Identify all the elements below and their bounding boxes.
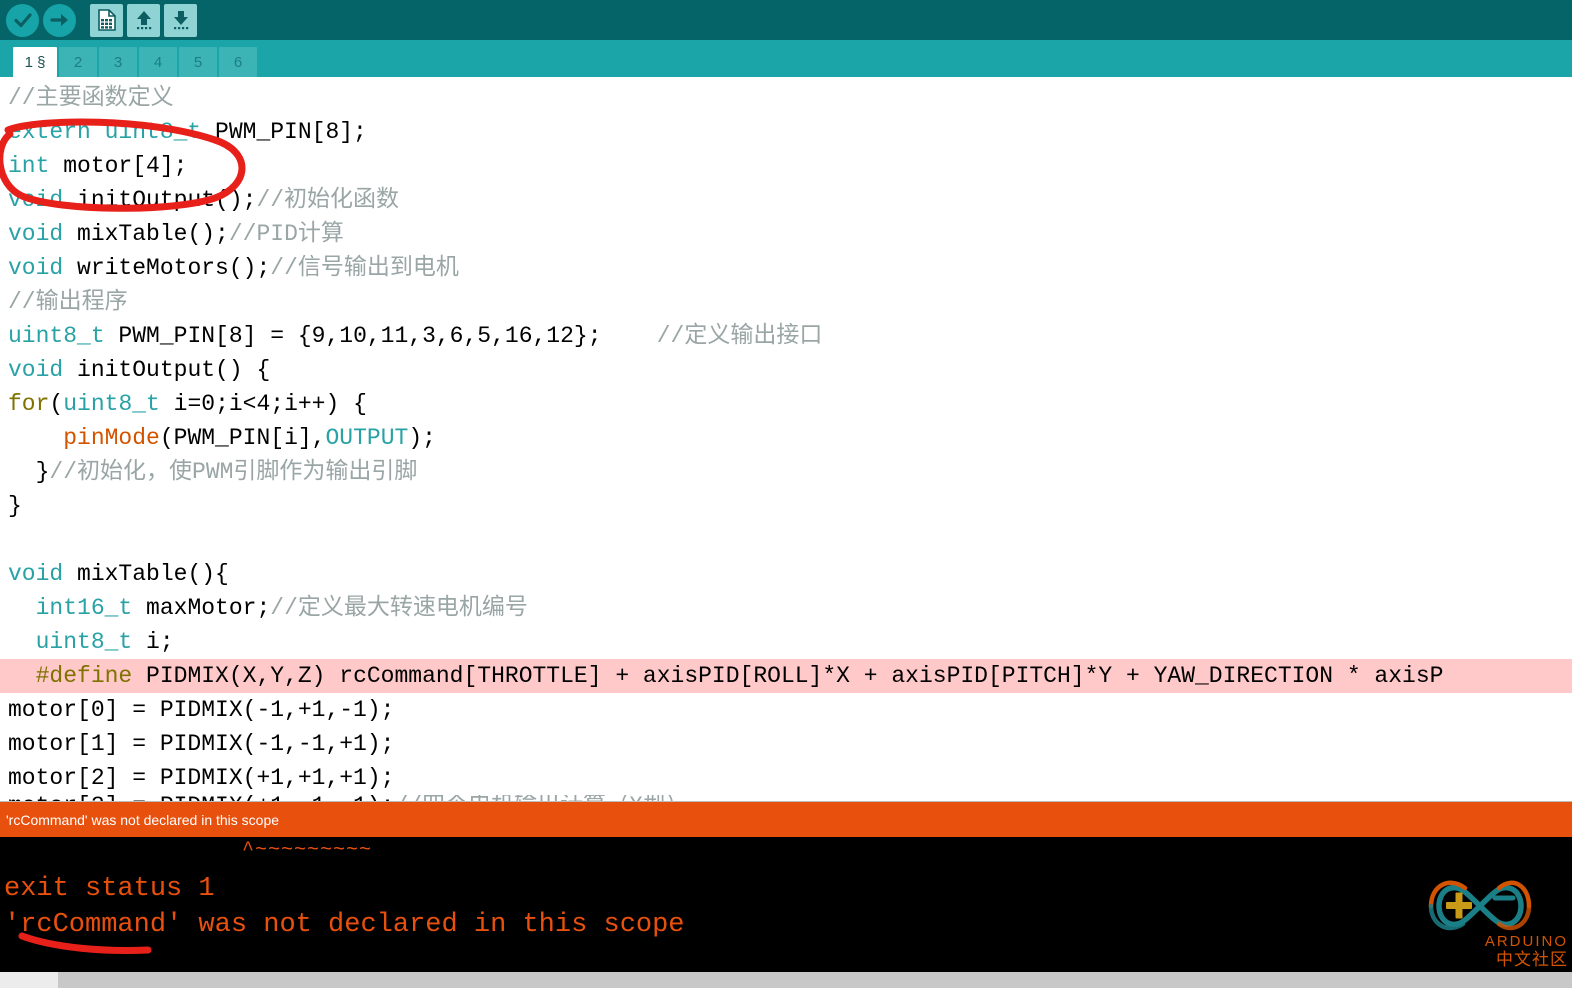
code-line[interactable]: motor[0] = PIDMIX(-1,+1,-1); (0, 693, 1572, 727)
code-token: //定义输出接口 (656, 323, 823, 349)
new-file-icon (97, 9, 117, 31)
code-token: maxMotor; (132, 595, 271, 621)
code-token: //初始化，使PWM引脚作为输出引脚 (49, 459, 418, 485)
code-token: i; (132, 629, 174, 655)
code-token: initOutput(); (63, 187, 257, 213)
arduino-ide-window: 1 § 2 3 4 5 6 //主要函数定义 extern uint8_t PWM_PIN[… (0, 0, 1572, 988)
code-line[interactable]: int motor[4]; (0, 149, 1572, 183)
code-token: motor[1] = PIDMIX(-1,-1,+1); (8, 731, 395, 757)
console-caret-marks: ^~~~~~~~~~ (242, 839, 373, 862)
code-line[interactable]: pinMode(PWM_PIN[i],OUTPUT); (0, 421, 1572, 455)
sketch-tab-6[interactable]: 6 (219, 47, 257, 77)
arrow-down-icon (171, 9, 191, 31)
code-token: pinMode (63, 425, 160, 451)
code-token: } (8, 493, 22, 519)
code-token: writeMotors(); (63, 255, 271, 281)
tab-bar: 1 § 2 3 4 5 6 (0, 40, 1572, 77)
toolbar (0, 0, 1572, 40)
error-ribbon-message: 'rcCommand' was not declared in this sco… (6, 811, 280, 828)
code-token: uint8_t (8, 323, 105, 349)
code-line[interactable]: void mixTable(){ (0, 557, 1572, 591)
status-bar (0, 972, 1572, 988)
code-token: //输出程序 (8, 289, 128, 315)
code-token: //PID计算 (228, 221, 344, 247)
arduino-watermark (1401, 860, 1566, 952)
code-token: //定义最大转速电机编号 (270, 595, 528, 621)
sketch-tab-4[interactable]: 4 (139, 47, 177, 77)
code-token: (PWM_PIN[i], (159, 425, 326, 451)
save-button[interactable] (164, 3, 197, 37)
open-button[interactable] (127, 3, 160, 37)
code-token: motor[0] = PIDMIX(-1,+1,-1); (8, 697, 395, 723)
code-line[interactable]: int16_t maxMotor;//定义最大转速电机编号 (0, 591, 1572, 625)
code-token: initOutput() { (63, 357, 271, 383)
code-token: void (8, 187, 64, 213)
code-token: #define (35, 663, 133, 689)
new-button[interactable] (90, 3, 123, 37)
console-line: 'rcCommand' was not declared in this sco… (4, 910, 685, 940)
code-token: PWM_PIN[8]; (201, 119, 367, 145)
code-token: uint8_t (35, 629, 133, 655)
code-token: int (8, 153, 50, 179)
code-line[interactable]: uint8_t PWM_PIN[8] = {9,10,11,3,6,5,16,1… (0, 319, 1572, 353)
code-editor[interactable]: //主要函数定义 extern uint8_t PWM_PIN[8]; int mo… (0, 77, 1572, 801)
code-token: ( (49, 391, 64, 417)
code-token: mixTable(); (63, 221, 229, 247)
sketch-tab-5[interactable]: 5 (179, 47, 217, 77)
code-line[interactable] (0, 523, 1572, 557)
code-token: for (8, 391, 50, 417)
status-bar-label (0, 972, 58, 988)
editor-scroll-area[interactable]: //主要函数定义 extern uint8_t PWM_PIN[8]; int mo… (0, 81, 1572, 801)
code-line[interactable]: void initOutput();//初始化函数 (0, 183, 1572, 217)
code-token: ); (408, 425, 436, 451)
console-output[interactable]: ^~~~~~~~~~ exit status 1 'rcCommand' was… (0, 837, 1572, 972)
code-token: PWM_PIN[8] = {9,10,11,3,6,5,16,12}; (104, 323, 657, 349)
code-line[interactable]: void initOutput() { (0, 353, 1572, 387)
check-icon (12, 9, 34, 31)
code-line[interactable]: for(uint8_t i=0;i<4;i++) { (0, 387, 1572, 421)
code-line[interactable]: extern uint8_t PWM_PIN[8]; (0, 115, 1572, 149)
code-token: void (8, 255, 64, 281)
code-line[interactable]: void mixTable();//PID计算 (0, 217, 1572, 251)
code-token: //信号输出到电机 (270, 255, 459, 281)
code-line[interactable]: uint8_t i; (0, 625, 1572, 659)
code-token: void (8, 221, 64, 247)
code-token: PIDMIX(X,Y,Z) rcCommand[THROTTLE] + axis… (132, 663, 1444, 689)
code-token: motor[4]; (49, 153, 188, 179)
code-line-highlighted[interactable]: #define PIDMIX(X,Y,Z) rcCommand[THROTTLE… (0, 659, 1572, 693)
code-token: int16_t (35, 595, 133, 621)
code-token: } (8, 459, 50, 485)
console-line: exit status 1 (4, 874, 215, 904)
code-line[interactable]: }//初始化，使PWM引脚作为输出引脚 (0, 455, 1572, 489)
sketch-tab-1[interactable]: 1 § (13, 47, 57, 77)
code-line[interactable]: void writeMotors();//信号输出到电机 (0, 251, 1572, 285)
code-token: uint8_t (63, 391, 160, 417)
code-line[interactable]: motor[2] = PIDMIX(+1,+1,+1); (0, 761, 1572, 795)
sketch-tab-2[interactable]: 2 (59, 47, 97, 77)
code-token: //主要函数定义 (8, 85, 174, 111)
code-line[interactable]: motor[1] = PIDMIX(-1,-1,+1); (0, 727, 1572, 761)
code-token: extern uint8_t (8, 119, 202, 145)
code-token: void (8, 357, 64, 383)
sketch-tab-3[interactable]: 3 (99, 47, 137, 77)
code-token: mixTable(){ (63, 561, 229, 587)
code-line[interactable]: } (0, 489, 1572, 523)
code-token: motor[2] = PIDMIX(+1,+1,+1); (8, 765, 395, 791)
error-ribbon[interactable]: 'rcCommand' was not declared in this sco… (0, 801, 1572, 837)
verify-button[interactable] (6, 3, 39, 37)
code-token: i=0;i<4;i++) { (159, 391, 367, 417)
code-token: OUTPUT (325, 425, 409, 451)
code-token: //初始化函数 (256, 187, 400, 213)
code-token: void (8, 561, 64, 587)
arrow-right-icon (49, 9, 71, 31)
code-line[interactable]: //主要函数定义 (0, 81, 1572, 115)
code-line[interactable]: //输出程序 (0, 285, 1572, 319)
arrow-up-icon (134, 9, 154, 31)
upload-button[interactable] (43, 3, 76, 37)
